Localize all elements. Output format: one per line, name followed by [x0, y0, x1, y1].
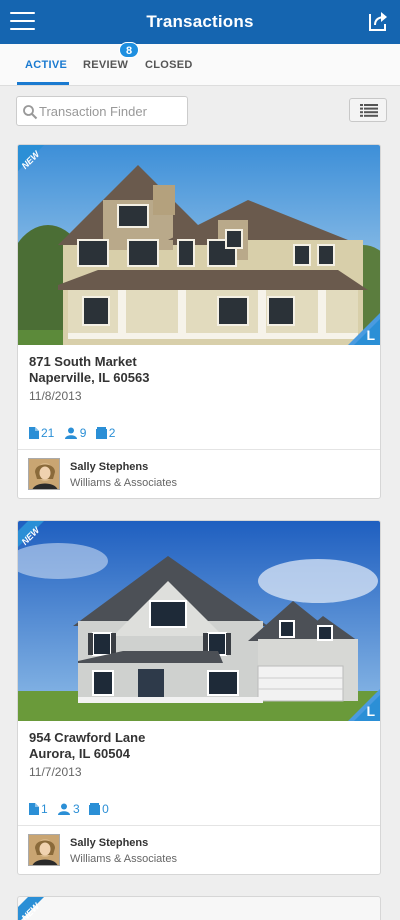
transaction-date: 11/8/2013	[29, 389, 82, 403]
folder-icon	[89, 803, 101, 815]
listing-corner-icon	[348, 313, 380, 345]
transaction-card[interactable]: NEW	[17, 896, 381, 920]
address-line1: 954 Crawford Lane	[29, 730, 146, 745]
transaction-info: 954 Crawford Lane Aurora, IL 60504 11/7/…	[18, 721, 380, 825]
documents-count: 21	[29, 426, 54, 440]
active-tab-indicator	[17, 82, 69, 85]
transaction-info: 871 South Market Naperville, IL 60563 11…	[18, 345, 380, 449]
agent-avatar	[28, 834, 60, 866]
review-count-badge: 8	[119, 42, 139, 58]
property-photo: NEW L	[18, 145, 380, 345]
top-app-bar: Transactions	[0, 0, 400, 44]
agent-name: Sally Stephens	[70, 461, 149, 473]
transaction-date: 11/7/2013	[29, 765, 82, 779]
agent-row[interactable]: Sally Stephens Williams & Associates	[18, 825, 380, 874]
folders-count: 0	[89, 802, 109, 816]
document-icon	[29, 803, 39, 815]
address-line2: Naperville, IL 60563	[29, 370, 150, 385]
property-photo: NEW L	[18, 521, 380, 721]
tab-review[interactable]: REVIEW	[83, 59, 128, 71]
people-icon	[58, 803, 71, 815]
agent-name: Sally Stephens	[70, 837, 149, 849]
listing-type-label: L	[366, 703, 375, 719]
agent-avatar	[28, 458, 60, 490]
page-title: Transactions	[146, 12, 254, 31]
agent-row[interactable]: Sally Stephens Williams & Associates	[18, 449, 380, 498]
share-export-icon[interactable]	[366, 9, 390, 33]
people-count: 3	[57, 802, 80, 816]
folders-count: 2	[95, 426, 115, 440]
transaction-card[interactable]: NEW L 871 South Market Naperville, IL 60…	[17, 144, 381, 499]
transaction-counts: 21 9 2	[29, 426, 121, 442]
tab-closed[interactable]: CLOSED	[145, 59, 193, 71]
documents-count: 1	[29, 802, 48, 816]
listing-type-label: L	[366, 327, 375, 343]
list-view-button[interactable]	[349, 98, 387, 122]
transaction-counts: 1 3 0	[29, 802, 115, 818]
folder-icon	[95, 427, 107, 439]
search-icon	[23, 105, 38, 120]
people-count: 9	[64, 426, 86, 440]
transaction-finder	[16, 96, 188, 126]
people-icon	[64, 427, 77, 439]
address-line1: 871 South Market	[29, 354, 137, 369]
tab-active[interactable]: ACTIVE	[25, 59, 67, 71]
agent-company: Williams & Associates	[70, 477, 177, 489]
transaction-card[interactable]: NEW L 954 Crawford Lane Aurora, IL 60504…	[17, 520, 381, 875]
list-icon	[360, 104, 378, 117]
listing-corner-icon	[348, 689, 380, 721]
search-input[interactable]	[39, 100, 184, 122]
address-line2: Aurora, IL 60504	[29, 746, 130, 761]
status-tabs: ACTIVE REVIEW CLOSED	[0, 44, 400, 86]
agent-company: Williams & Associates	[70, 853, 177, 865]
document-icon	[29, 427, 39, 439]
